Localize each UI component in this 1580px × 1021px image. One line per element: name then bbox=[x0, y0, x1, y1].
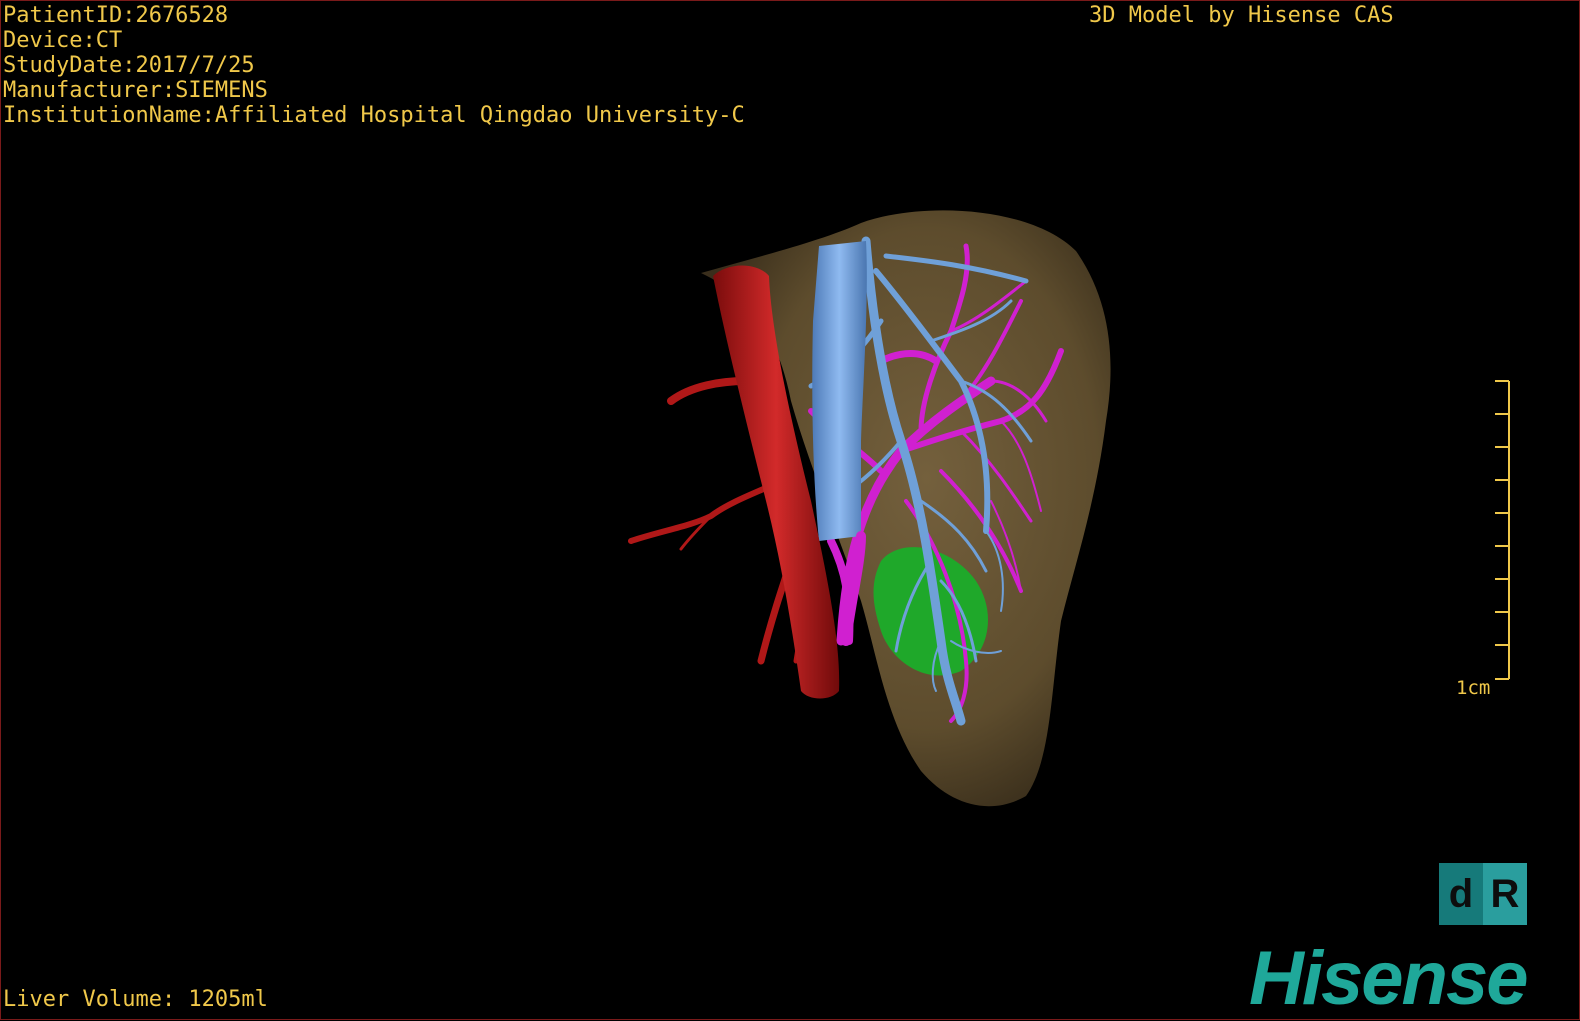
study-date: StudyDate:2017/7/25 bbox=[3, 53, 255, 78]
manufacturer: Manufacturer:SIEMENS bbox=[3, 78, 268, 103]
model-caption: 3D Model by Hisense CAS bbox=[1089, 3, 1394, 28]
scale-bar bbox=[1495, 380, 1510, 680]
liver-volume: Liver Volume: 1205ml bbox=[3, 987, 268, 1012]
patient-id: PatientID:2676528 bbox=[3, 3, 229, 28]
scale-label: 1cm bbox=[1456, 677, 1491, 699]
institution-name: InstitutionName:Affiliated Hospital Qing… bbox=[3, 103, 745, 128]
device: Device:CT bbox=[3, 28, 123, 53]
inferior-vena-cava bbox=[812, 241, 867, 541]
orientation-left-face: d bbox=[1448, 871, 1474, 916]
viewport[interactable]: PatientID:2676528 Device:CT StudyDate:2017… bbox=[0, 0, 1580, 1020]
orientation-right-face: R bbox=[1483, 863, 1527, 925]
hisense-logo: Hisense bbox=[1249, 936, 1528, 1021]
orientation-cube[interactable]: d R bbox=[1439, 863, 1527, 925]
dicom-info-overlay: PatientID:2676528 Device:CT StudyDate:2017… bbox=[3, 3, 745, 128]
liver-3d-model[interactable] bbox=[1, 1, 1580, 1021]
